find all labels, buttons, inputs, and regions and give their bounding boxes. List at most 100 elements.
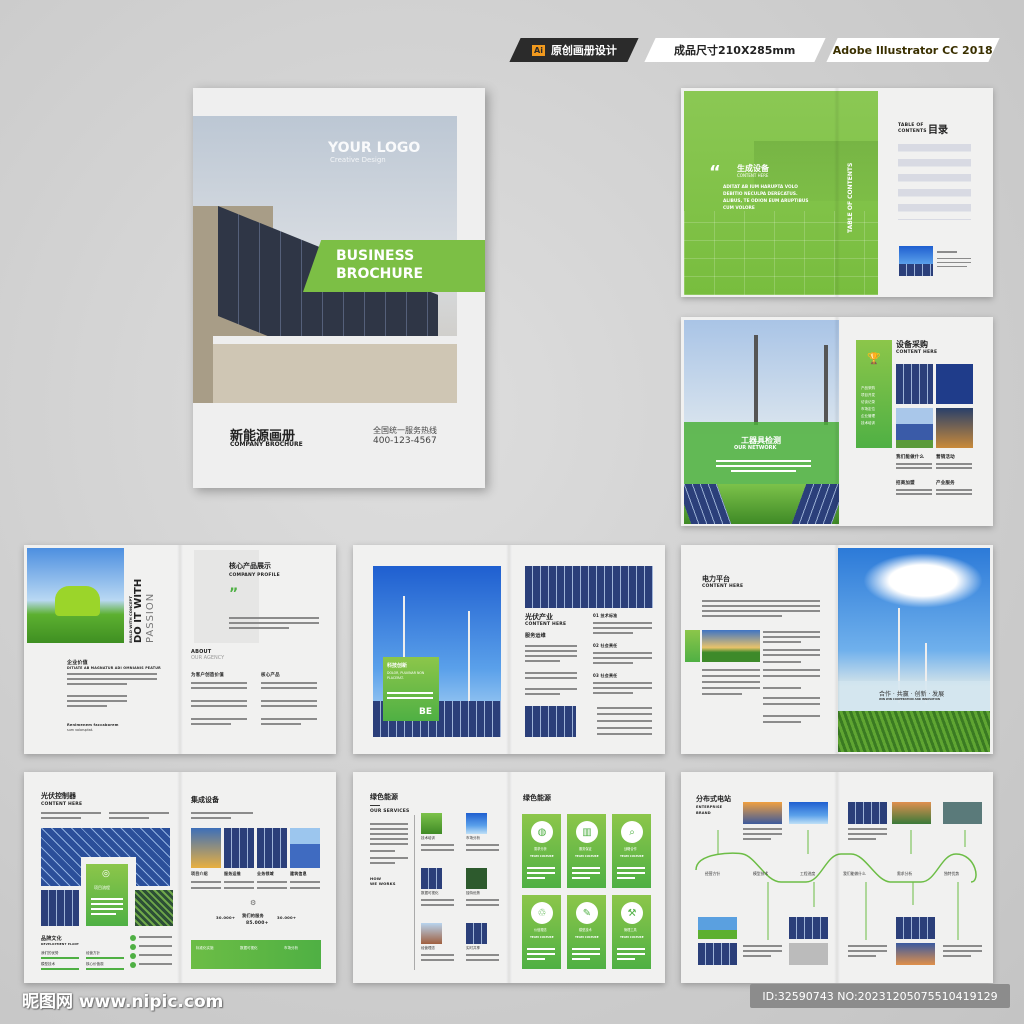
spread-photovoltaic: 科技创新 DOLOR, PULVINAR NON PLACERAT. BE 光伏… <box>353 545 665 754</box>
thumb-label: 独特优势 <box>466 891 480 895</box>
tag-label: 原创画册设计 <box>550 44 617 57</box>
green-right-title: 绿色能源 <box>523 794 551 802</box>
station-photo-tower <box>896 943 935 965</box>
spread-passion: BUILD WITH CONCEPT DO IT WITH PASSION 企业… <box>24 545 336 754</box>
list-item: 技术培训 <box>861 421 875 425</box>
pv-title: 光伏产业 <box>525 613 553 621</box>
innovation-big: BE <box>419 707 433 717</box>
tag-software: Adobe Illustrator CC 2018 <box>826 38 1000 62</box>
col-title: 为客户创造价值 <box>191 673 224 678</box>
slogan: 合作 · 共赢 · 创新 · 发展 <box>879 691 945 698</box>
brand-sub: DEVELOPMENT PLANT <box>41 942 79 946</box>
services-bar <box>191 940 321 969</box>
search-icon: ⌕ <box>621 821 643 843</box>
station-photo <box>896 917 935 939</box>
pv-item: 01 技术标准 <box>593 613 618 618</box>
photo-power-towers <box>684 320 839 524</box>
station-photo-charger <box>789 943 828 965</box>
service-card: ⌕ 战略合作 TEAM CULTURE <box>612 814 651 888</box>
service-card: ♲ 价值理念 TEAM CULTURE <box>522 895 561 969</box>
list-item: 企业管理 <box>861 414 875 418</box>
list-item: 项目开发 <box>861 393 875 397</box>
green-accent <box>685 630 700 662</box>
card-sub: TEAM CULTURE <box>530 935 554 939</box>
photo-solar-1 <box>896 364 933 404</box>
label: 我们能做什么 <box>896 455 925 460</box>
spread-power-platform: 电力平台 CONTENT HERE 合作 · 共赢 · 创新 · 发展 WIN … <box>681 545 993 754</box>
toc-title-cn: 目录 <box>928 125 948 136</box>
spread-green-energy: 绿色能源 OUR SERVICES HOW WE WORKS 技术培训 市场分析… <box>353 772 665 983</box>
bar-label: 核心价值观 <box>86 962 104 966</box>
service-card: ✎ 模型技术 TEAM CULTURE <box>567 895 606 969</box>
timeline-node: 独特优势 <box>944 871 960 876</box>
pv-item: 03 社会责任 <box>593 673 618 678</box>
service-label: 市场分析 <box>284 946 298 950</box>
tag-size: 成品尺寸210X285mm <box>644 38 826 62</box>
person-sub: sum voloruptat. <box>67 728 94 732</box>
controller-title: 光伏控制器 <box>41 792 76 800</box>
service-card: ◍ 需求分析 TEAM CULTURE <box>522 814 561 888</box>
bulb-icon: ✎ <box>576 902 598 924</box>
station-photo-tree <box>698 917 737 939</box>
service-card: ▥ 服务保证 TEAM CULTURE <box>567 814 606 888</box>
value-sub: DITIATE AB MAGNATUR ADI OMNIANIS PEATUR <box>67 666 161 670</box>
toc-en-2: CONTENTS <box>898 129 927 134</box>
spread-distributed-station: 分布式电站 ENTERPRISE BRAND 经营方针 模型技术 工程进度 我们… <box>681 772 993 983</box>
photo-wind-panel <box>290 828 320 868</box>
card-sub: TEAM CULTURE <box>575 935 599 939</box>
toc-vertical-title: TABLE OF CONTENTS <box>847 162 854 233</box>
quote-icon: ” <box>229 586 239 602</box>
card-sub: TEAM CULTURE <box>575 854 599 858</box>
toc-thumbnail <box>899 246 933 276</box>
station-photo <box>789 802 828 824</box>
network-sub: OUR NETWORK <box>734 445 777 451</box>
thumb-label: 经营理念 <box>421 946 435 950</box>
thumb-label: 市场分析 <box>466 836 480 840</box>
photo-solar-tracker <box>41 890 79 926</box>
timeline-node: 模型技术 <box>753 871 769 876</box>
stat: 30.000+ <box>277 915 297 920</box>
ai-icon: Ai <box>531 44 545 56</box>
thumb-label: 数据可视化 <box>421 891 439 895</box>
station-photo <box>698 943 737 965</box>
procurement-green-panel: 🏆 产品采购 项目开发 访谈记录 市场定位 企业管理 技术培训 <box>856 340 892 448</box>
cover-banner-line1: BUSINESS <box>336 248 415 264</box>
green-title: 绿色能源 <box>370 793 398 801</box>
photo-wind-farm <box>838 548 990 752</box>
quote-icon: “ <box>709 162 721 183</box>
thumb-photo <box>421 868 442 889</box>
value-title: 企业价值 <box>67 660 88 666</box>
card-title: 战略合作 <box>624 847 637 851</box>
bar-label: 我们的优势 <box>41 951 59 955</box>
station-photo <box>743 802 782 824</box>
cover-title-en: COMPANY BROCHURE <box>230 441 303 448</box>
photo-tower-sun <box>191 828 221 868</box>
photo-panel-closeup <box>224 828 254 868</box>
procurement-title: 设备采购 <box>896 340 928 349</box>
station-photo <box>789 917 828 939</box>
category: 建筑信息 <box>290 871 307 876</box>
category: 服务运维 <box>224 871 241 876</box>
handshake-icon: ♲ <box>531 902 553 924</box>
image-id-badge: ID:32590743 NO:20231205075510419129 <box>750 984 1010 1008</box>
timeline-node: 我们能做什么 <box>843 871 866 876</box>
list-item: 产品采购 <box>861 386 875 390</box>
thumb-label: 实时共享 <box>466 946 480 950</box>
profile-title: 核心产品展示 <box>229 562 271 570</box>
tag-label: Adobe Illustrator CC 2018 <box>833 43 993 57</box>
about-sub: OUR AGENCY <box>191 655 225 661</box>
service-title: 服务运维 <box>525 633 546 639</box>
globe-icon: ◍ <box>531 821 553 843</box>
timeline-node: 经营方针 <box>705 871 721 876</box>
slogan-en: WIN WIN COOPERATION AND INNOVATION <box>879 698 941 701</box>
service-label: 标准化实施 <box>196 946 214 950</box>
label: 招商加盟 <box>896 481 915 486</box>
photo-solar-2 <box>896 408 933 448</box>
spread-table-of-contents: “ 生成设备 CONTENT HERE ADITAT AB IUM HARUPT… <box>681 88 993 297</box>
label: 产业服务 <box>936 481 955 486</box>
process-title: 项目流程 <box>94 885 110 890</box>
spread-controller: 光伏控制器 CONTENT HERE ◎ 项目流程 品牌文化 DEVELOPME… <box>24 772 336 983</box>
tag-label: 成品尺寸210X285mm <box>674 44 796 57</box>
timeline-node: 工程进度 <box>800 871 816 876</box>
toc-left-sub: CONTENT HERE <box>737 173 769 178</box>
